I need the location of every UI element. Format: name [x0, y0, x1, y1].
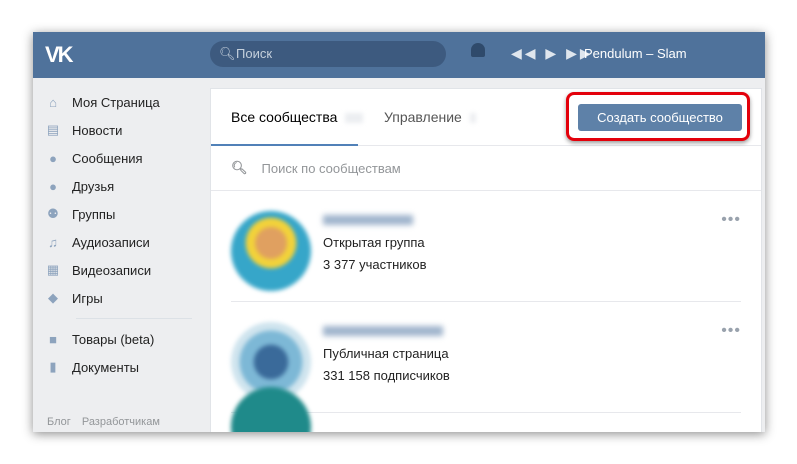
tab-label: Управление [384, 109, 462, 125]
group-members: 331 158 подписчиков [323, 368, 450, 383]
video-icon: ▦ [46, 262, 60, 277]
sidebar-item-friends[interactable]: ● Друзья [33, 172, 210, 200]
sidebar: ⌂ Моя Страница ▤ Новости ● Сообщения ● Друзь… [33, 88, 210, 381]
active-tab-indicator [211, 144, 358, 146]
global-search-input[interactable]: 🔍︎ Поиск [210, 41, 446, 67]
sidebar-item-news[interactable]: ▤ Новости [33, 116, 210, 144]
sidebar-item-goods[interactable]: ■ Товары (beta) [33, 325, 210, 353]
communities-panel: Все сообщества Управление Создать сообще… [210, 88, 762, 432]
footer-link-blog[interactable]: Блог [47, 416, 71, 428]
list-item[interactable]: Публичная страница 331 158 подписчиков •… [231, 302, 741, 413]
current-track[interactable]: Pendulum – Slam [584, 46, 687, 61]
games-icon: ◆ [48, 290, 58, 305]
search-icon: 🔍︎ [219, 46, 236, 61]
sidebar-item-messages[interactable]: ● Сообщения [33, 144, 210, 172]
sidebar-item-groups[interactable]: ⚉ Группы [33, 200, 210, 228]
tab-count [345, 113, 364, 124]
sidebar-item-documents[interactable]: ▮ Документы [33, 353, 210, 381]
sidebar-item-audio[interactable]: ♫ Аудиозаписи [33, 228, 210, 256]
sidebar-item-games[interactable]: ◆ Игры [33, 284, 210, 312]
tab-label: Все сообщества [231, 109, 338, 125]
home-icon: ⌂ [49, 94, 57, 110]
community-search-input[interactable]: 🔍︎ Поиск по сообществам [211, 146, 761, 191]
bell-icon[interactable] [471, 43, 485, 57]
more-icon[interactable]: ••• [721, 322, 741, 340]
search-icon: 🔍︎ [231, 160, 248, 175]
sidebar-item-my-page[interactable]: ⌂ Моя Страница [33, 88, 210, 116]
vk-logo[interactable]: VK [45, 42, 74, 68]
group-avatar[interactable] [231, 211, 311, 291]
document-icon: ▮ [49, 359, 57, 374]
news-icon: ▤ [46, 122, 60, 137]
sidebar-footer: Блог Разработчикам [47, 416, 168, 428]
list-item[interactable]: Открытая группа 3 377 участников ••• [231, 191, 741, 302]
messages-icon: ● [49, 150, 57, 166]
tab-count [469, 113, 476, 124]
tab-management[interactable]: Управление [384, 109, 476, 125]
tab-all-communities[interactable]: Все сообщества [231, 109, 364, 125]
search-placeholder: Поиск по сообществам [261, 160, 401, 176]
top-bar: VK 🔍︎ Поиск ◀◀ ▶ ▶▶ Pendulum – Slam [33, 32, 765, 78]
create-community-button[interactable]: Создать сообщество [578, 104, 742, 131]
music-icon: ♫ [48, 234, 58, 250]
group-members: 3 377 участников [323, 257, 427, 272]
vk-window: VK 🔍︎ Поиск ◀◀ ▶ ▶▶ Pendulum – Slam ⌂ Моя … [33, 32, 765, 432]
search-placeholder: Поиск [236, 46, 273, 61]
group-type: Публичная страница [323, 346, 449, 361]
groups-icon: ⚉ [47, 206, 59, 221]
footer-link-developers[interactable]: Разработчикам [82, 416, 160, 428]
sidebar-item-video[interactable]: ▦ Видеозаписи [33, 256, 210, 284]
tabs-bar: Все сообщества Управление Создать сообще… [211, 89, 761, 146]
friends-icon: ● [49, 178, 57, 194]
player-controls[interactable]: ◀◀ ▶ ▶▶ [511, 45, 594, 62]
more-icon[interactable]: ••• [721, 211, 741, 229]
group-name[interactable] [323, 326, 443, 336]
group-type: Открытая группа [323, 235, 425, 250]
group-name[interactable] [323, 215, 413, 225]
bag-icon: ■ [49, 331, 57, 347]
divider [76, 318, 192, 319]
